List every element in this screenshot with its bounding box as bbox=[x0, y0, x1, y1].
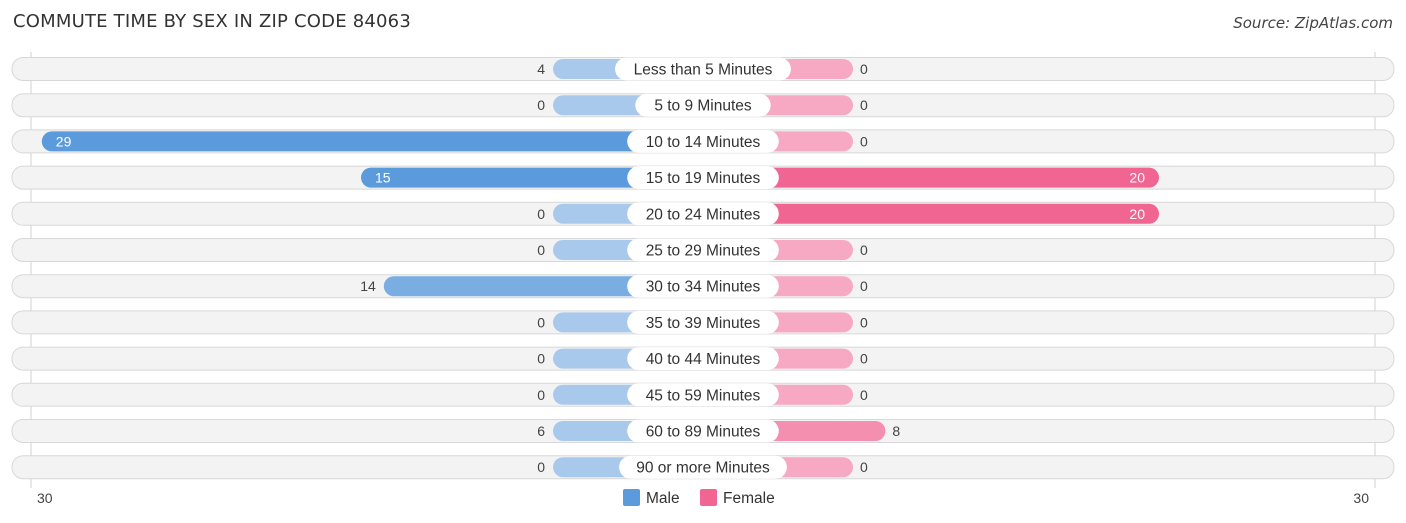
category-label: 45 to 59 Minutes bbox=[646, 387, 761, 404]
male-value-label: 15 bbox=[375, 170, 391, 186]
male-value-label: 0 bbox=[537, 242, 545, 258]
female-value-label: 0 bbox=[860, 278, 868, 294]
chart-area: Less than 5 Minutes 4 0 5 to 9 Minutes 0 0 10 … bbox=[11, 52, 1395, 507]
axis-label-left: 30 bbox=[37, 490, 53, 506]
category-label: 60 to 89 Minutes bbox=[646, 424, 761, 441]
category-label: 40 to 44 Minutes bbox=[646, 351, 761, 368]
category-label: 15 to 19 Minutes bbox=[646, 170, 761, 187]
male-value-label: 14 bbox=[360, 278, 376, 294]
category-label: Less than 5 Minutes bbox=[634, 62, 773, 79]
axis-label-right: 30 bbox=[1353, 490, 1369, 506]
category-label: 10 to 14 Minutes bbox=[646, 134, 761, 151]
female-value-label: 0 bbox=[860, 242, 868, 258]
category-label: 20 to 24 Minutes bbox=[646, 206, 761, 223]
male-value-label: 0 bbox=[537, 387, 545, 403]
legend-label-female: Female bbox=[723, 490, 775, 507]
male-bar bbox=[41, 131, 704, 152]
category-label: 5 to 9 Minutes bbox=[654, 98, 752, 115]
male-value-label: 0 bbox=[537, 97, 545, 113]
male-value-label: 4 bbox=[537, 61, 545, 77]
female-value-label: 0 bbox=[860, 61, 868, 77]
female-value-label: 0 bbox=[860, 97, 868, 113]
legend-label-male: Male bbox=[646, 490, 680, 507]
legend-swatch-male bbox=[623, 489, 640, 506]
male-value-label: 0 bbox=[537, 459, 545, 475]
female-value-label: 0 bbox=[860, 314, 868, 330]
category-label: 35 to 39 Minutes bbox=[646, 315, 761, 332]
category-label: 30 to 34 Minutes bbox=[646, 279, 761, 296]
female-value-label: 8 bbox=[892, 423, 900, 439]
category-label: 90 or more Minutes bbox=[636, 460, 770, 477]
category-label: 25 to 29 Minutes bbox=[646, 243, 761, 260]
male-value-label: 6 bbox=[537, 423, 545, 439]
male-value-label: 0 bbox=[537, 206, 545, 222]
female-value-label: 20 bbox=[1129, 206, 1145, 222]
male-value-label: 0 bbox=[537, 314, 545, 330]
female-value-label: 0 bbox=[860, 387, 868, 403]
female-value-label: 0 bbox=[860, 459, 868, 475]
female-value-label: 20 bbox=[1129, 170, 1145, 186]
male-value-label: 0 bbox=[537, 351, 545, 367]
female-value-label: 0 bbox=[860, 351, 868, 367]
legend-swatch-female bbox=[700, 489, 717, 506]
female-value-label: 0 bbox=[860, 133, 868, 149]
male-value-label: 29 bbox=[56, 133, 72, 149]
